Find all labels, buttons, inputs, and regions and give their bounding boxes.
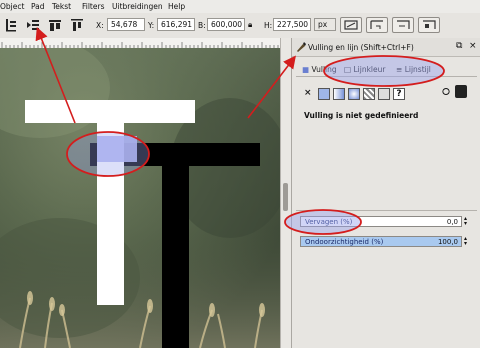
height-input[interactable]: 227,500 xyxy=(273,18,311,31)
y-input[interactable]: 616,291 xyxy=(157,18,195,31)
fill-tab-icon: ■ xyxy=(302,65,310,74)
linear-gradient-swatch[interactable] xyxy=(333,88,345,100)
lock-ratio-icon[interactable]: 🔒︎ xyxy=(248,20,252,30)
scrollbar-thumb[interactable] xyxy=(283,183,288,211)
menu-help[interactable]: Help xyxy=(168,2,185,11)
ruler-ticks xyxy=(1,42,287,48)
move-gradients-toggle[interactable] xyxy=(392,17,414,33)
tab-lijnkleur-label: Lijnkleur xyxy=(353,65,386,74)
swatch-swatch[interactable] xyxy=(378,88,390,100)
x-label: X: xyxy=(96,21,104,30)
blur-spinner[interactable]: ▴ ▾ xyxy=(464,216,472,227)
menu-filters[interactable]: Filters xyxy=(82,2,104,11)
stroke-style-tab-icon: ≡ xyxy=(396,65,403,74)
menu-pad[interactable]: Pad xyxy=(31,2,45,11)
raise-to-top-icon xyxy=(71,19,83,31)
blur-slider[interactable]: Vervagen (%) 0,0 xyxy=(300,216,462,227)
lower-to-bottom-button[interactable] xyxy=(2,16,20,34)
lower-button[interactable] xyxy=(24,16,42,34)
opacity-spinner[interactable]: ▴ ▾ xyxy=(464,236,472,247)
fill-undefined-message: Vulling is niet gedefinieerd xyxy=(304,111,419,120)
lower-to-bottom-icon xyxy=(6,19,16,32)
raise-icon xyxy=(49,20,61,31)
panel-tabs: ■ Vulling □ Lijnkleur ≡ Lijnstijl xyxy=(296,62,477,77)
drawing-canvas[interactable] xyxy=(0,48,280,348)
scale-stroke-toggle[interactable] xyxy=(340,17,362,33)
canvas-drawing xyxy=(0,48,280,348)
raise-button[interactable] xyxy=(46,16,64,34)
stroke-paint-tab-icon: □ xyxy=(344,65,352,74)
opacity-label: Ondoorzichtigheid (%) xyxy=(305,238,384,246)
tab-vulling-label: Vulling xyxy=(311,65,337,74)
vertical-scrollbar[interactable] xyxy=(280,38,291,348)
panel-minimize-icon[interactable]: ⧉ xyxy=(456,41,462,51)
no-paint-x-icon[interactable]: × xyxy=(304,88,312,98)
radial-gradient-swatch[interactable] xyxy=(348,88,360,100)
x-input[interactable]: 54,678 xyxy=(107,18,145,31)
move-patterns-icon xyxy=(423,20,436,29)
panel-close-icon[interactable]: × xyxy=(469,41,477,51)
overlap-highlight xyxy=(97,136,137,162)
pattern-swatch[interactable] xyxy=(363,88,375,100)
width-label: B: xyxy=(198,21,206,30)
menu-uitbreidingen[interactable]: Uitbreidingen xyxy=(112,2,163,11)
scale-corners-icon xyxy=(370,20,383,29)
width-input[interactable]: 600,000 xyxy=(207,18,245,31)
blur-value: 0,0 xyxy=(446,218,458,226)
menu-bar: Object Pad Tekst Filters Uitbreidingen H… xyxy=(0,0,480,13)
menu-object[interactable]: Object xyxy=(0,2,24,11)
tab-lijnstijl-label: Lijnstijl xyxy=(404,65,431,74)
fill-stroke-panel: Vulling en lijn (Shift+Ctrl+F) ⧉ × ■ Vul… xyxy=(291,38,480,348)
height-label: H: xyxy=(264,21,273,30)
fill-rule-evenodd-icon[interactable]: ⭘ xyxy=(442,87,450,98)
y-label: Y: xyxy=(148,21,155,30)
opacity-value: 100,0 xyxy=(437,238,458,246)
panel-header: Vulling en lijn (Shift+Ctrl+F) ⧉ × xyxy=(292,38,480,57)
blur-label: Vervagen (%) xyxy=(305,218,353,226)
move-patterns-toggle[interactable] xyxy=(418,17,440,33)
scale-stroke-icon xyxy=(344,20,358,30)
unit-select[interactable]: px xyxy=(314,18,336,31)
raise-to-top-button[interactable] xyxy=(68,16,86,34)
tab-vulling[interactable]: ■ Vulling xyxy=(302,65,337,74)
unset-paint-icon[interactable]: ? xyxy=(393,88,405,100)
scale-corners-toggle[interactable] xyxy=(366,17,388,33)
panel-title: Vulling en lijn (Shift+Ctrl+F) xyxy=(308,43,414,52)
tab-lijnstijl[interactable]: ≡ Lijnstijl xyxy=(396,65,431,74)
brush-icon xyxy=(297,42,306,52)
fill-rule-nonzero-icon[interactable] xyxy=(455,85,467,98)
flat-color-swatch[interactable] xyxy=(318,88,330,100)
move-gradients-icon xyxy=(397,20,410,29)
tool-controls-bar: X: 54,678 Y: 616,291 B: 600,000 🔒︎ H: 22… xyxy=(0,13,480,39)
menu-tekst[interactable]: Tekst xyxy=(52,2,71,11)
lower-icon xyxy=(27,20,39,30)
opacity-slider[interactable]: Ondoorzichtigheid (%) 100,0 xyxy=(300,236,462,247)
tab-lijnkleur[interactable]: □ Lijnkleur xyxy=(344,65,385,74)
panel-separator xyxy=(296,210,477,211)
